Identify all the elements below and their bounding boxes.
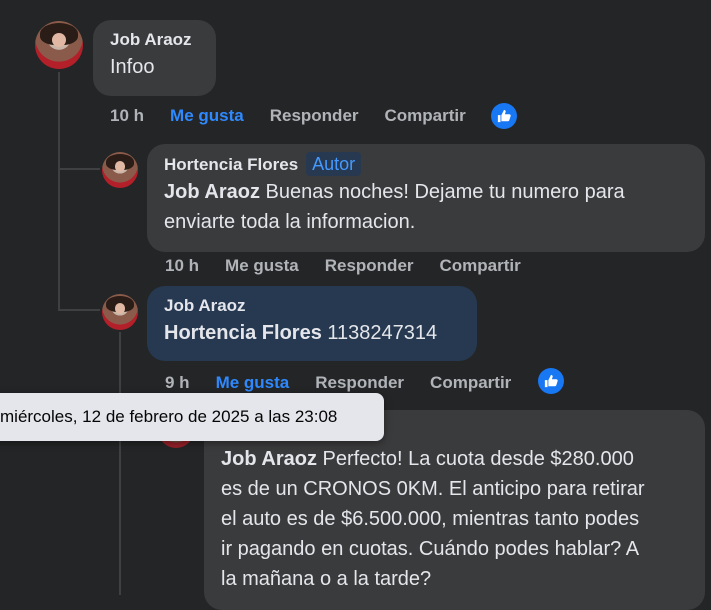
comment-author[interactable]: Job Araoz (110, 28, 198, 52)
reply-text: la mañana o a la tarde? (221, 568, 432, 590)
author-badge: Autor (306, 152, 362, 176)
timestamp-tooltip: miércoles, 12 de febrero de 2025 a las 2… (0, 393, 384, 441)
like-button[interactable]: Me gusta (216, 373, 290, 393)
thread-line-secondary (119, 332, 121, 595)
like-button[interactable]: Me gusta (225, 256, 299, 276)
reply-time[interactable]: 9 h (165, 373, 190, 393)
comment-time[interactable]: 10 h (110, 106, 144, 126)
thumbs-up-icon[interactable] (538, 368, 564, 394)
reply-text: es de un CRONOS 0KM. El anticipo para re… (221, 478, 645, 500)
reply-text: 1138247314 (321, 322, 438, 344)
avatar[interactable] (102, 152, 138, 188)
reply-button[interactable]: Responder (270, 106, 359, 126)
reply-button[interactable]: Responder (325, 256, 414, 276)
share-button[interactable]: Compartir (440, 256, 521, 276)
reply-bubble-highlighted: Job Araoz Hortencia Flores 1138247314 (147, 286, 477, 361)
reply-text: ir pagando en cuotas. Cuándo podes habla… (221, 538, 640, 560)
like-button[interactable]: Me gusta (170, 106, 244, 126)
comment-bubble: Job Araoz Infoo (93, 20, 216, 96)
mention-link[interactable]: Hortencia Flores (164, 322, 322, 344)
reply-button[interactable]: Responder (315, 373, 404, 393)
thread-connector-1 (58, 168, 100, 170)
reply-text: enviarte toda la informacion. (164, 211, 416, 233)
share-button[interactable]: Compartir (385, 106, 466, 126)
reply-author[interactable]: Hortencia Flores (164, 155, 298, 174)
reply-actions: 10 h Me gusta Responder Compartir (165, 254, 521, 278)
mention-link[interactable]: Job Araoz (221, 448, 317, 470)
mention-link[interactable]: Job Araoz (164, 181, 260, 203)
reply-actions: 9 h Me gusta Responder Compartir (165, 371, 511, 395)
reply-text: el auto es de $6.500.000, mientras tanto… (221, 508, 640, 530)
reply-bubble: Hortencia Flores Autor Job Araoz Buenas n… (147, 144, 705, 252)
share-button[interactable]: Compartir (430, 373, 511, 393)
avatar[interactable] (102, 294, 138, 330)
reply-time[interactable]: 10 h (165, 256, 199, 276)
thread-connector-2 (58, 309, 100, 311)
thumbs-up-icon[interactable] (491, 103, 517, 129)
thread-line-main (58, 72, 60, 311)
reply-text: Buenas noches! Dejame tu numero para (259, 181, 625, 203)
comment-text: Infoo (110, 56, 155, 78)
reply-text: Perfecto! La cuota desde $280.000 (316, 448, 634, 470)
comment-actions: 10 h Me gusta Responder Compartir (110, 104, 466, 128)
reply-author[interactable]: Job Araoz (164, 294, 459, 318)
avatar[interactable] (35, 21, 83, 69)
